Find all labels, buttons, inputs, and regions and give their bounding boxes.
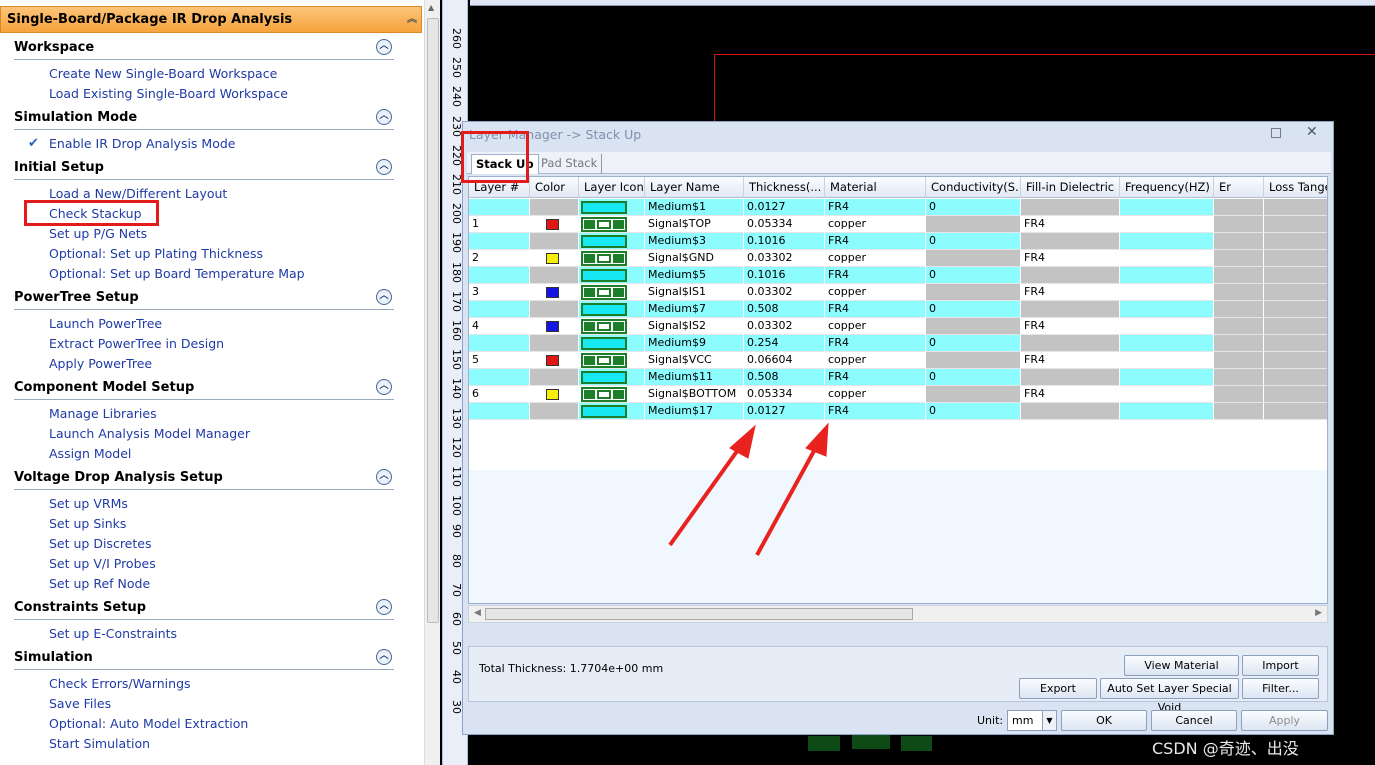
annotation-arrow-right <box>755 439 822 556</box>
arrow-head-icon <box>805 422 829 457</box>
annotation-arrows <box>668 422 829 556</box>
watermark: CSDN @奇迹、出没 <box>1152 739 1299 758</box>
annotation-arrow-left <box>668 438 747 547</box>
